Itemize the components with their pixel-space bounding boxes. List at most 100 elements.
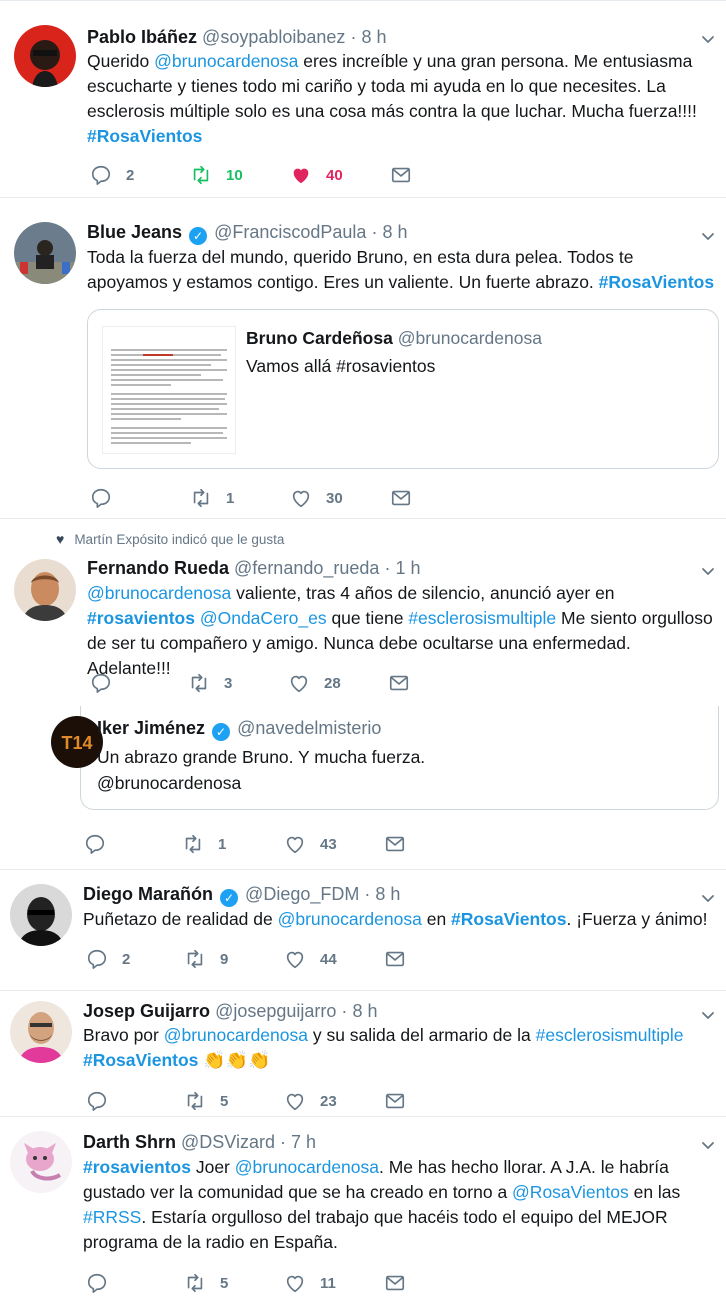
handle[interactable]: @josepguijarro — [215, 1001, 336, 1021]
timestamp[interactable]: 8 h — [361, 27, 386, 47]
tweet-text: Bravo por @brunocardenosa y su salida de… — [83, 1023, 718, 1073]
reply-button[interactable] — [84, 832, 120, 856]
quoted-tweet[interactable]: Bruno Cardeñosa @brunocardenosa Vamos al… — [87, 309, 719, 469]
reply-button[interactable] — [90, 671, 126, 695]
conversation-card[interactable]: T14 Iker Jiménez ✓ @navedelmisterio Un a… — [51, 706, 719, 810]
quoted-display-name[interactable]: Bruno Cardeñosa — [246, 328, 393, 348]
mention-link[interactable]: @brunocardenosa — [164, 1025, 308, 1045]
timestamp[interactable]: 7 h — [291, 1132, 316, 1152]
hashtag-link[interactable]: #rosavientos — [83, 1157, 191, 1177]
handle[interactable]: @Diego_FDM — [245, 884, 359, 904]
timestamp[interactable]: 8 h — [352, 1001, 377, 1021]
social-context-text[interactable]: Martín Expósito indicó que le gusta — [74, 532, 284, 547]
mention-link[interactable]: @brunocardenosa — [154, 51, 298, 71]
envelope-icon — [390, 164, 412, 186]
avatar[interactable] — [14, 559, 76, 621]
hashtag-link[interactable]: #esclerosismultiple — [536, 1025, 684, 1045]
avatar[interactable]: T14 — [51, 716, 103, 768]
avatar[interactable] — [14, 25, 76, 87]
retweet-button[interactable]: 3 — [188, 671, 232, 695]
chevron-down-icon[interactable] — [700, 1007, 716, 1023]
handle[interactable]: @FranciscodPaula — [214, 222, 366, 242]
retweet-count: 5 — [220, 1092, 229, 1110]
chevron-down-icon[interactable] — [700, 1137, 716, 1153]
timestamp[interactable]: 8 h — [375, 884, 400, 904]
hashtag-link[interactable]: #RosaVientos — [83, 1050, 198, 1070]
avatar-text: T14 — [61, 733, 92, 753]
display-name[interactable]: Darth Shrn — [83, 1132, 176, 1152]
mention-link[interactable]: @OndaCero_es — [200, 608, 327, 628]
like-button[interactable]: 43 — [284, 832, 337, 856]
separator-dot: · — [280, 1132, 287, 1152]
tweet-fernando-rueda[interactable]: ♥ Martín Expósito indicó que le gusta Fer… — [0, 519, 726, 870]
display-name[interactable]: Iker Jiménez — [97, 718, 205, 738]
avatar[interactable] — [10, 884, 72, 946]
avatar[interactable] — [10, 1001, 72, 1063]
handle[interactable]: @DSVizard — [181, 1132, 275, 1152]
display-name[interactable]: Diego Marañón — [83, 884, 213, 904]
hashtag-link[interactable]: #RRSS — [83, 1207, 141, 1227]
reply-button[interactable] — [90, 486, 126, 510]
like-button[interactable]: 23 — [284, 1089, 337, 1113]
display-name[interactable]: Josep Guijarro — [83, 1001, 210, 1021]
reply-button[interactable] — [86, 1271, 122, 1295]
mention-link[interactable]: @RosaVientos — [512, 1182, 629, 1202]
like-button[interactable]: 28 — [288, 671, 341, 695]
display-name[interactable]: Pablo Ibáñez — [87, 27, 197, 47]
tweet-josep-guijarro[interactable]: Josep Guijarro @josepguijarro · 8 h Brav… — [0, 991, 726, 1117]
dm-button[interactable] — [384, 1271, 420, 1295]
hashtag-link[interactable]: #RosaVientos — [87, 126, 202, 146]
mention-link[interactable]: @brunocardenosa — [87, 583, 231, 603]
retweet-button[interactable]: 5 — [184, 1089, 228, 1113]
avatar[interactable] — [10, 1131, 72, 1193]
dm-button[interactable] — [384, 947, 420, 971]
dm-button[interactable] — [390, 486, 426, 510]
chevron-down-icon[interactable] — [700, 31, 716, 47]
handle[interactable]: @navedelmisterio — [237, 718, 381, 738]
handle[interactable]: @soypabloibanez — [202, 27, 345, 47]
quoted-handle[interactable]: @brunocardenosa — [398, 328, 542, 348]
retweet-button[interactable]: 9 — [184, 947, 228, 971]
tweet-blue-jeans[interactable]: Blue Jeans ✓ @FranciscodPaula · 8 h Toda… — [0, 198, 726, 519]
dm-button[interactable] — [390, 163, 426, 187]
retweet-button[interactable]: 1 — [182, 832, 226, 856]
separator-dot: · — [384, 558, 391, 578]
hashtag-link[interactable]: #RosaVientos — [451, 909, 566, 929]
tweet-pablo-ibanez[interactable]: Pablo Ibáñez @soypabloibanez · 8 h Queri… — [0, 0, 726, 198]
mention-link[interactable]: @brunocardenosa — [278, 909, 422, 929]
reply-button[interactable] — [86, 1089, 122, 1113]
chevron-down-icon[interactable] — [700, 890, 716, 906]
handle[interactable]: @fernando_rueda — [234, 558, 379, 578]
text-segment: y su salida del armario de la — [307, 1025, 536, 1045]
like-button[interactable]: 11 — [284, 1271, 336, 1295]
retweet-button[interactable]: 10 — [190, 163, 243, 187]
like-button[interactable]: 40 — [290, 163, 343, 187]
dm-button[interactable] — [384, 1089, 420, 1113]
like-button[interactable]: 44 — [284, 947, 337, 971]
dm-button[interactable] — [388, 671, 424, 695]
display-name[interactable]: Blue Jeans — [87, 222, 182, 242]
reply-button[interactable]: 2 — [90, 163, 134, 187]
timestamp[interactable]: 8 h — [382, 222, 407, 242]
text-segment: . Estaría orgulloso del trabajo que hacé… — [83, 1207, 668, 1252]
display-name[interactable]: Fernando Rueda — [87, 558, 229, 578]
mention-link[interactable]: @brunocardenosa — [235, 1157, 379, 1177]
hashtag-link[interactable]: #RosaVientos — [599, 272, 714, 292]
timestamp[interactable]: 1 h — [395, 558, 420, 578]
tweet-diego-maranon[interactable]: Diego Marañón ✓ @Diego_FDM · 8 h Puñetaz… — [0, 870, 726, 991]
dm-button[interactable] — [384, 832, 420, 856]
reply-button[interactable]: 2 — [86, 947, 130, 971]
text-segment: en — [421, 909, 452, 929]
retweet-button[interactable]: 5 — [184, 1271, 228, 1295]
hashtag-link[interactable]: #esclerosismultiple — [408, 608, 556, 628]
tweet-header: Blue Jeans ✓ @FranciscodPaula · 8 h — [87, 220, 407, 245]
like-button[interactable]: 30 — [290, 486, 343, 510]
quoted-image[interactable] — [102, 326, 236, 454]
hashtag-link[interactable]: #rosavientos — [87, 608, 195, 628]
retweet-button[interactable]: 1 — [190, 486, 234, 510]
chevron-down-icon[interactable] — [700, 563, 716, 579]
tweet-darth-shrn[interactable]: Darth Shrn @DSVizard · 7 h #rosavientos … — [0, 1117, 726, 1300]
tweet-header: Pablo Ibáñez @soypabloibanez · 8 h — [87, 25, 386, 49]
avatar[interactable] — [14, 222, 76, 284]
chevron-down-icon[interactable] — [700, 228, 716, 244]
